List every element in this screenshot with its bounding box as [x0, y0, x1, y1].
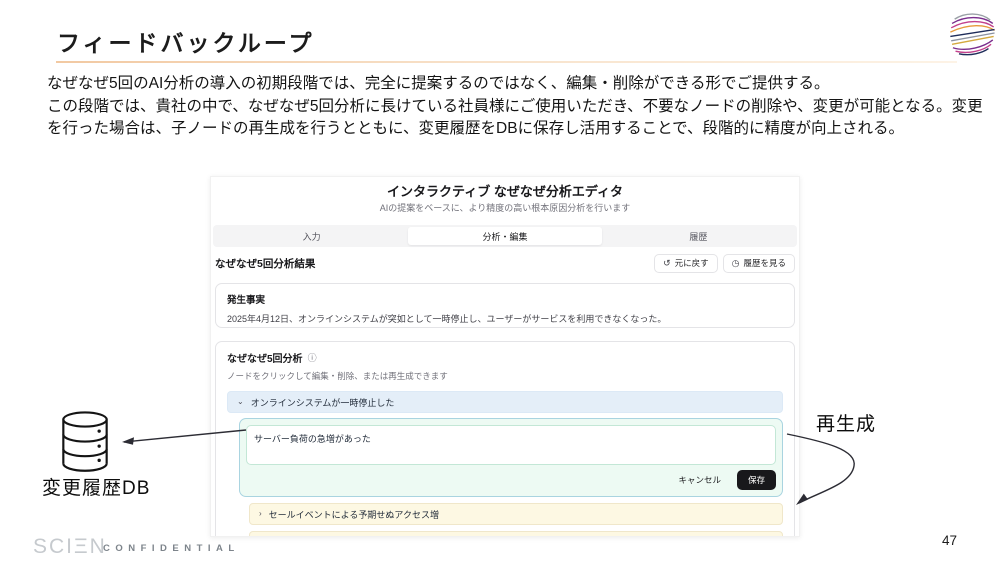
analysis-editor-panel: インタラクティブ なぜなぜ分析エディタ AIの提案をベースに、より精度の高い根本…: [210, 176, 800, 537]
view-history-label: 履歴を見る: [743, 258, 786, 268]
node-root-label: オンラインシステムが一時停止した: [250, 397, 395, 408]
node-child-1[interactable]: › セールイベントによる予期せぬアクセス増: [249, 503, 783, 525]
analysis-hint: ノードをクリックして編集・削除、または再生成できます: [227, 371, 448, 381]
node-edit-panel: サーバー負荷の急増があった キャンセル 保存: [239, 418, 783, 497]
database-icon: [60, 410, 110, 479]
view-history-button[interactable]: ◷ 履歴を見る: [722, 253, 795, 273]
analysis-card-heading: なぜなぜ5回分析 ⓘ: [227, 350, 783, 365]
undo-icon: ↺: [663, 257, 671, 268]
scien-logo: SCIΞN: [33, 535, 107, 558]
body-text: なぜなぜ5回のAI分析の導入の初期段階では、完全に提案するのではなく、編集・削除…: [47, 73, 997, 141]
db-annotation-label: 変更履歴DB: [42, 478, 151, 499]
body-line-1: なぜなぜ5回のAI分析の導入の初期段階では、完全に提案するのではなく、編集・削除…: [47, 75, 830, 92]
node-edit-textarea[interactable]: サーバー負荷の急増があった: [246, 425, 776, 465]
tab-analysis-edit[interactable]: 分析・編集: [408, 227, 602, 245]
editor-title: インタラクティブ なぜなぜ分析エディタ: [387, 184, 623, 199]
save-button[interactable]: 保存: [736, 470, 776, 490]
result-header: なぜなぜ5回分析結果 ↺ 元に戻す ◷ 履歴を見る: [215, 253, 795, 273]
regen-annotation-label: 再生成: [816, 414, 877, 435]
edit-actions: キャンセル 保存: [246, 470, 776, 490]
chevron-down-icon: ⌄: [237, 397, 244, 406]
node-child-2-label: キャパシティ不足: [269, 536, 340, 537]
page-number: 47: [942, 533, 958, 548]
fact-card-heading: 発生事実: [227, 295, 266, 306]
header-buttons: ↺ 元に戻す ◷ 履歴を見る: [654, 253, 795, 273]
node-root[interactable]: ⌄ オンラインシステムが一時停止した: [227, 391, 783, 413]
fact-card-body: 2025年4月12日、オンラインシステムが突如として一時停止し、ユーザーがサービ…: [227, 314, 667, 324]
undo-button[interactable]: ↺ 元に戻す: [654, 253, 718, 273]
slide: フィードバックループ なぜなぜ5回のAI分析の導入の初期段階では、完全に提案する…: [0, 0, 1008, 568]
result-title: なぜなぜ5回分析結果: [215, 257, 316, 270]
title-underline: [56, 61, 957, 63]
analysis-heading-label: なぜなぜ5回分析: [227, 354, 303, 365]
node-child-2[interactable]: › キャパシティ不足: [249, 531, 783, 537]
confidential-label: CONFIDENTIAL: [103, 543, 240, 554]
page-title: フィードバックループ: [57, 30, 315, 56]
fact-card: 発生事実 2025年4月12日、オンラインシステムが突如として一時停止し、ユーザ…: [215, 283, 795, 328]
history-icon: ◷: [731, 257, 740, 268]
analysis-card: なぜなぜ5回分析 ⓘ ノードをクリックして編集・削除、または再生成できます ⌄ …: [215, 341, 795, 537]
tab-history[interactable]: 履歴: [602, 227, 795, 245]
info-icon[interactable]: ⓘ: [308, 351, 317, 364]
tab-input[interactable]: 入力: [215, 227, 408, 245]
brand-swirl-logo: [946, 8, 998, 63]
cancel-button[interactable]: キャンセル: [672, 473, 727, 487]
editor-subtitle: AIの提案をベースに、より精度の高い根本原因分析を行います: [379, 203, 631, 213]
undo-button-label: 元に戻す: [674, 258, 709, 268]
body-line-2: この段階では、貴社の中で、なぜなぜ5回分析に長けている社員様にご使用いただき、不…: [47, 97, 983, 138]
editor-tab-bar: 入力 分析・編集 履歴: [213, 225, 797, 247]
node-child-1-label: セールイベントによる予期せぬアクセス増: [268, 509, 439, 520]
chevron-right-icon: ›: [259, 509, 262, 518]
